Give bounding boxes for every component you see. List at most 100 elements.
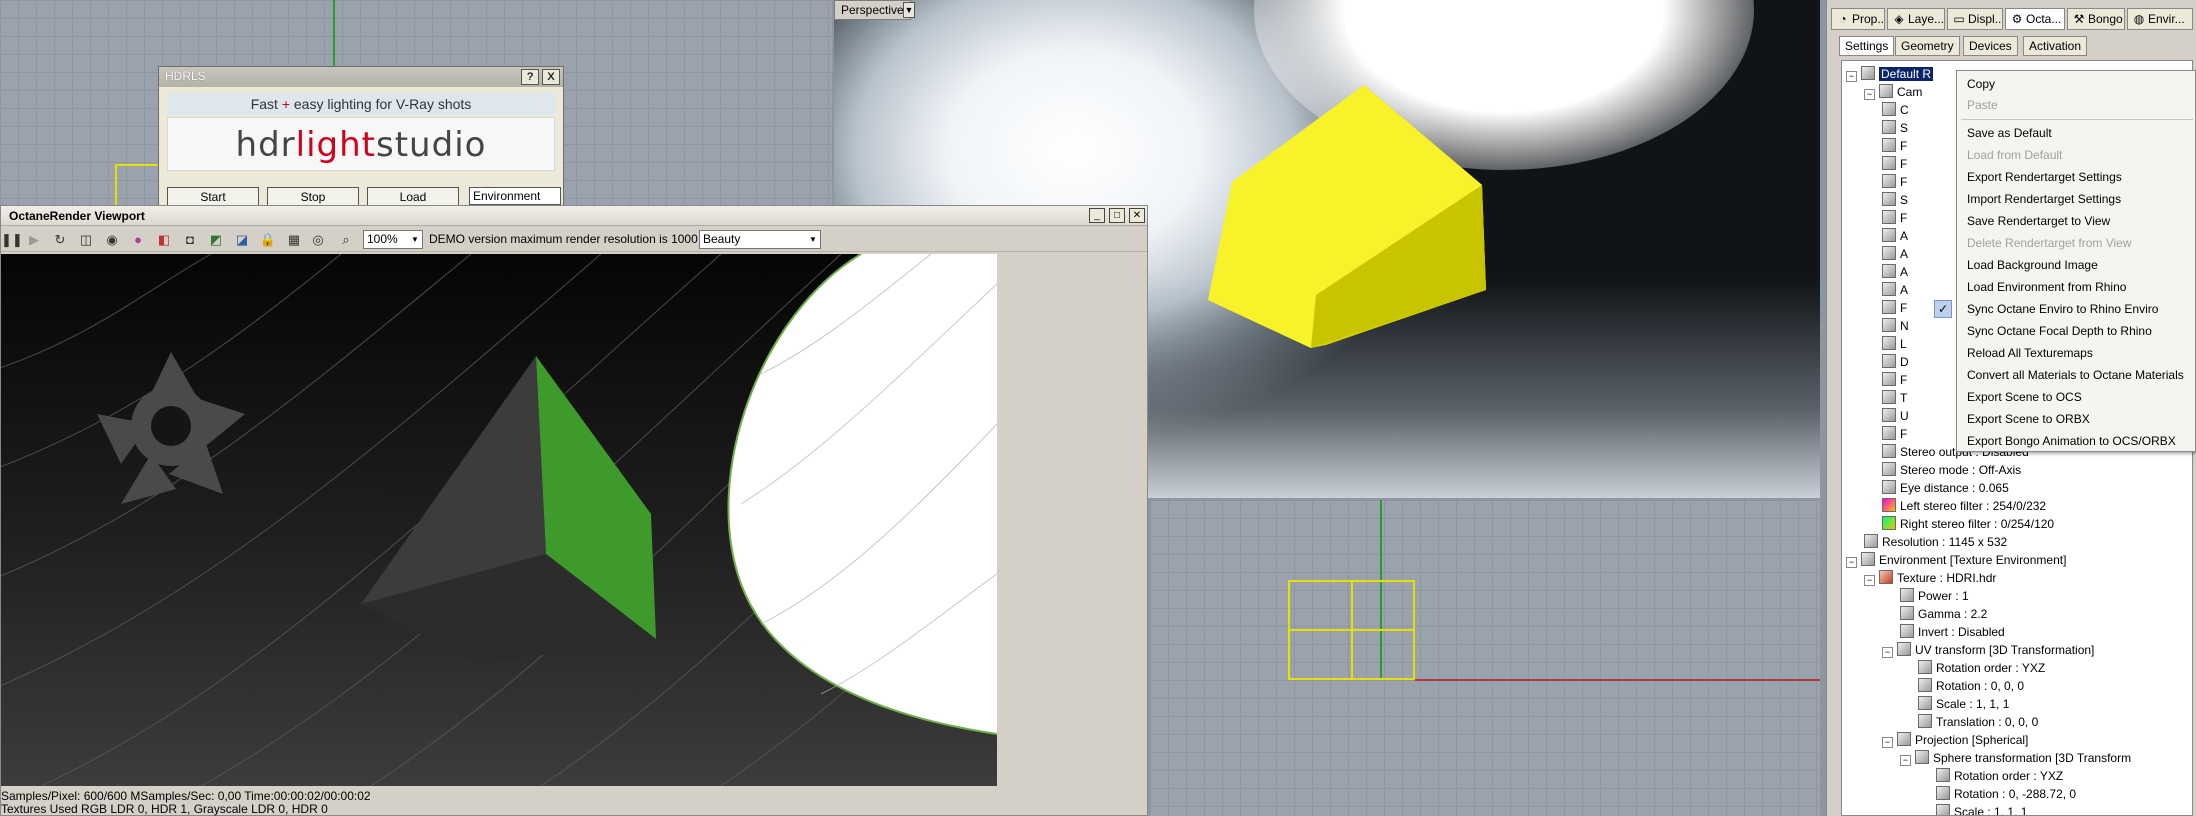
- close-button[interactable]: X: [542, 69, 560, 85]
- menu-item-paste[interactable]: Paste: [1957, 95, 2195, 115]
- tree-row[interactable]: F: [1882, 371, 1907, 389]
- tree-row-scale[interactable]: Scale : 1, 1, 1: [1936, 803, 2027, 815]
- tab-properties[interactable]: ◔ Prop...: [1831, 8, 1885, 30]
- collapse-icon[interactable]: −: [1864, 89, 1875, 100]
- tab-octane[interactable]: ⚙ Octa...: [2005, 8, 2065, 30]
- tree-row[interactable]: F: [1882, 209, 1907, 227]
- lock-icon[interactable]: 🔒: [259, 231, 277, 249]
- sphere-icon[interactable]: ◉: [103, 231, 121, 249]
- menu-item-import-rendertarget[interactable]: Import Rendertarget Settings: [1957, 189, 2195, 209]
- load-button[interactable]: Load: [367, 187, 459, 207]
- hdrls-titlebar[interactable]: HDRLS ? X: [159, 67, 563, 87]
- tree-row-camera[interactable]: − Cam: [1864, 83, 1922, 101]
- collapse-icon[interactable]: −: [1846, 557, 1857, 568]
- menu-item-export-bongo[interactable]: Export Bongo Animation to OCS/ORBX: [1957, 431, 2195, 451]
- tree-row-power[interactable]: Power : 1: [1900, 587, 1969, 605]
- tree-row-resolution[interactable]: Resolution : 1145 x 532: [1864, 533, 2007, 551]
- tree-row[interactable]: N: [1882, 317, 1909, 335]
- stop-button[interactable]: Stop: [267, 187, 359, 207]
- grid-icon[interactable]: ▦: [285, 231, 303, 249]
- tree-row[interactable]: T: [1882, 389, 1907, 407]
- play-icon[interactable]: ▶: [25, 231, 43, 249]
- tree-row-left-filter[interactable]: Left stereo filter : 254/0/232: [1882, 497, 2046, 515]
- tree-row-sphere-transform[interactable]: − Sphere transformation [3D Transform: [1900, 749, 2131, 767]
- tree-row[interactable]: F: [1882, 173, 1907, 191]
- minimize-button[interactable]: _: [1089, 208, 1105, 223]
- close-button[interactable]: ✕: [1129, 208, 1145, 223]
- tree-row[interactable]: L: [1882, 335, 1907, 353]
- tree-row-right-filter[interactable]: Right stereo filter : 0/254/120: [1882, 515, 2054, 533]
- tree-row[interactable]: F: [1882, 155, 1907, 173]
- tab-geometry[interactable]: Geometry: [1895, 36, 1960, 56]
- mode-select[interactable]: Environment: [469, 187, 561, 205]
- tree-row-rotation-order[interactable]: Rotation order : YXZ: [1918, 659, 2045, 677]
- menu-item-export-orbx[interactable]: Export Scene to ORBX: [1957, 409, 2195, 429]
- collapse-icon[interactable]: −: [1864, 575, 1875, 586]
- region-icon[interactable]: ◪: [233, 231, 251, 249]
- pause-icon[interactable]: ❚❚: [1, 231, 23, 249]
- start-button[interactable]: Start: [167, 187, 259, 207]
- tree-row[interactable]: F: [1882, 425, 1907, 443]
- render-pass-select[interactable]: Beauty ▼: [699, 230, 821, 249]
- tree-row-stereo-mode[interactable]: Stereo mode : Off-Axis: [1882, 461, 2021, 479]
- menu-item-convert-materials[interactable]: Convert all Materials to Octane Material…: [1957, 365, 2195, 385]
- help-button[interactable]: ?: [521, 69, 539, 85]
- octane-titlebar[interactable]: OctaneRender Viewport _ □ ✕: [1, 206, 1147, 226]
- tree-row[interactable]: A: [1882, 281, 1908, 299]
- graph-icon[interactable]: ◫: [77, 231, 95, 249]
- tree-row[interactable]: F: [1882, 137, 1907, 155]
- collapse-icon[interactable]: −: [1900, 755, 1911, 766]
- menu-item-sync-focal[interactable]: Sync Octane Focal Depth to Rhino: [1957, 321, 2195, 341]
- tab-devices[interactable]: Devices: [1963, 36, 2018, 56]
- camera-icon[interactable]: ◘: [181, 231, 199, 249]
- tree-row[interactable]: S: [1882, 119, 1908, 137]
- zoom-icon[interactable]: ⌕: [337, 231, 355, 249]
- tab-activation[interactable]: Activation: [2023, 36, 2088, 56]
- tree-row[interactable]: C: [1882, 101, 1909, 119]
- tree-row-scale[interactable]: Scale : 1, 1, 1: [1918, 695, 2009, 713]
- top-viewport[interactable]: [1150, 500, 1820, 816]
- tree-row-translation[interactable]: Translation : 0, 0, 0: [1918, 713, 2038, 731]
- tab-layers[interactable]: ◈ Laye...: [1887, 8, 1945, 30]
- tree-row[interactable]: F: [1882, 299, 1907, 317]
- tree-row-gamma[interactable]: Gamma : 2.2: [1900, 605, 1987, 623]
- tree-row-rotation-order[interactable]: Rotation order : YXZ: [1936, 767, 2063, 785]
- collapse-icon[interactable]: −: [1846, 71, 1857, 82]
- tree-row[interactable]: U: [1882, 407, 1909, 425]
- chevron-down-icon[interactable]: ▼: [903, 2, 915, 18]
- tree-row-eye-distance[interactable]: Eye distance : 0.065: [1882, 479, 2009, 497]
- tree-row-rotation[interactable]: Rotation : 0, -288.72, 0: [1936, 785, 2076, 803]
- zoom-select[interactable]: 100% ▼: [363, 230, 423, 249]
- tree-row[interactable]: S: [1882, 191, 1908, 209]
- tree-row-root[interactable]: − Default R: [1846, 65, 1934, 83]
- menu-item-save-rendertarget-view[interactable]: Save Rendertarget to View: [1957, 211, 2195, 231]
- view-options-icon[interactable]: ◎: [309, 231, 327, 249]
- tree-row-texture[interactable]: − Texture : HDRI.hdr: [1864, 569, 1996, 587]
- tab-display[interactable]: ▭ Displ...: [1947, 8, 2003, 30]
- menu-item-reload-textures[interactable]: Reload All Texturemaps: [1957, 343, 2195, 363]
- tree-row[interactable]: A: [1882, 227, 1908, 245]
- maximize-button[interactable]: □: [1109, 208, 1125, 223]
- menu-item-load-environment[interactable]: Load Environment from Rhino: [1957, 277, 2195, 297]
- tree-row[interactable]: A: [1882, 263, 1908, 281]
- menu-item-sync-enviro[interactable]: ✓ Sync Octane Enviro to Rhino Enviro: [1957, 299, 2195, 319]
- menu-item-copy[interactable]: Copy: [1957, 74, 2195, 94]
- tree-row-environment[interactable]: − Environment [Texture Environment]: [1846, 551, 2066, 569]
- tree-row-projection[interactable]: − Projection [Spherical]: [1882, 731, 2028, 749]
- menu-item-export-ocs[interactable]: Export Scene to OCS: [1957, 387, 2195, 407]
- tab-environment[interactable]: ◍ Envir...: [2127, 8, 2193, 30]
- tree-row-uv-transform[interactable]: − UV transform [3D Transformation]: [1882, 641, 2094, 659]
- render-canvas[interactable]: [1, 254, 997, 786]
- tree-row-rotation[interactable]: Rotation : 0, 0, 0: [1918, 677, 2024, 695]
- material-icon[interactable]: ◧: [155, 231, 173, 249]
- menu-item-load-background[interactable]: Load Background Image: [1957, 255, 2195, 275]
- tree-row[interactable]: D: [1882, 353, 1909, 371]
- menu-item-delete-rendertarget-view[interactable]: Delete Rendertarget from View: [1957, 233, 2195, 253]
- menu-item-export-rendertarget[interactable]: Export Rendertarget Settings: [1957, 167, 2195, 187]
- tree-row-invert[interactable]: Invert : Disabled: [1900, 623, 2005, 641]
- pick-icon[interactable]: ◩: [207, 231, 225, 249]
- collapse-icon[interactable]: −: [1882, 647, 1893, 658]
- tree-row[interactable]: A: [1882, 245, 1908, 263]
- tab-settings[interactable]: Settings: [1839, 36, 1895, 56]
- collapse-icon[interactable]: −: [1882, 737, 1893, 748]
